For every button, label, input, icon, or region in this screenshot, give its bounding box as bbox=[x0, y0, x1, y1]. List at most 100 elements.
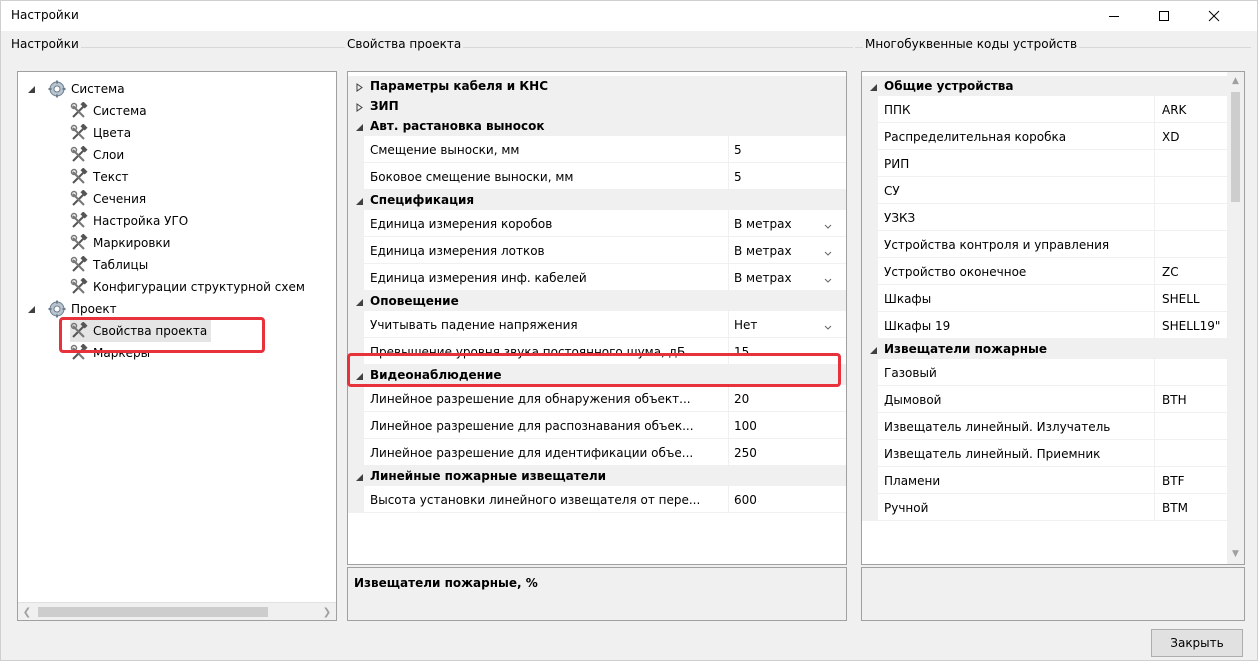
property-value[interactable]: В метрах bbox=[734, 244, 792, 258]
scrollbar-thumb[interactable] bbox=[38, 607, 268, 617]
collapse-arrow-icon[interactable] bbox=[869, 81, 878, 95]
category-row[interactable]: ЗИП bbox=[348, 96, 846, 116]
property-row[interactable]: Извещатель линейный. Излучатель bbox=[862, 413, 1228, 440]
gear-icon bbox=[48, 80, 66, 98]
chevron-down-icon[interactable] bbox=[824, 246, 832, 260]
property-row[interactable]: Шкафы SHELL bbox=[862, 285, 1228, 312]
property-row[interactable]: Единица измерения инф. кабелей В метрах bbox=[348, 264, 846, 291]
close-button[interactable]: Закрыть bbox=[1151, 629, 1243, 657]
property-label: Извещатель линейный. Излучатель bbox=[884, 420, 1111, 434]
property-value[interactable]: В метрах bbox=[734, 217, 792, 231]
tools-icon bbox=[70, 233, 88, 252]
tree-item[interactable]: Сечения bbox=[70, 188, 146, 210]
property-value[interactable]: Нет bbox=[734, 318, 757, 332]
window-title: Настройки bbox=[11, 8, 79, 22]
property-row[interactable]: Устройства контроля и управления bbox=[862, 231, 1228, 258]
property-row[interactable]: Дымовой BTH bbox=[862, 386, 1228, 413]
tree-item[interactable]: Слои bbox=[70, 144, 124, 166]
tree-item[interactable]: Текст bbox=[70, 166, 129, 188]
tree-horizontal-scrollbar[interactable]: ❮ ❯ bbox=[18, 602, 336, 620]
collapse-arrow-icon[interactable] bbox=[869, 344, 878, 358]
tree-item[interactable]: Цвета bbox=[70, 122, 131, 144]
property-row[interactable]: Ручной BTM bbox=[862, 494, 1228, 521]
expand-arrow-icon[interactable] bbox=[355, 101, 364, 115]
collapse-arrow-icon[interactable] bbox=[355, 121, 364, 135]
category-row[interactable]: Авт. растановка выносок bbox=[348, 116, 846, 136]
property-row[interactable]: Высота установки линейного извещателя от… bbox=[348, 486, 846, 513]
category-row[interactable]: Извещатели пожарные bbox=[862, 339, 1228, 359]
maximize-button[interactable] bbox=[1141, 1, 1187, 31]
device-codes-grid[interactable]: Общие устройства ППК ARK Распределительная … bbox=[861, 71, 1245, 565]
minimize-button[interactable] bbox=[1091, 1, 1137, 31]
property-value[interactable]: ZC bbox=[1162, 265, 1179, 279]
tree-item[interactable]: Конфигурации структурной схем bbox=[70, 276, 305, 298]
property-row[interactable]: СУ bbox=[862, 177, 1228, 204]
scroll-left-icon[interactable]: ❮ bbox=[20, 605, 34, 619]
category-row[interactable]: Спецификация bbox=[348, 190, 846, 210]
tree-item[interactable]: Система bbox=[70, 100, 147, 122]
property-value[interactable]: XD bbox=[1162, 130, 1179, 144]
property-row[interactable]: Распределительная коробка XD bbox=[862, 123, 1228, 150]
property-value[interactable]: 250 bbox=[734, 446, 757, 460]
property-row[interactable]: РИП bbox=[862, 150, 1228, 177]
collapse-arrow-icon[interactable] bbox=[355, 195, 364, 209]
property-row[interactable]: Газовый bbox=[862, 359, 1228, 386]
property-row[interactable]: Единица измерения лотков В метрах bbox=[348, 237, 846, 264]
property-row[interactable]: Единица измерения коробов В метрах bbox=[348, 210, 846, 237]
property-row[interactable]: Пламени BTF bbox=[862, 467, 1228, 494]
codes-vertical-scrollbar[interactable]: ▲ ▼ bbox=[1227, 72, 1244, 564]
property-row[interactable]: Боковое смещение выноски, мм 5 bbox=[348, 163, 846, 190]
scroll-down-icon[interactable]: ▼ bbox=[1230, 549, 1241, 560]
tree-item[interactable]: Настройка УГО bbox=[70, 210, 188, 232]
chevron-down-icon[interactable] bbox=[824, 320, 832, 334]
property-label: Единица измерения лотков bbox=[370, 244, 545, 258]
collapse-arrow-icon[interactable] bbox=[355, 296, 364, 310]
property-row[interactable]: Линейное разрешение для распознавания об… bbox=[348, 412, 846, 439]
property-value[interactable]: BTH bbox=[1162, 393, 1187, 407]
property-label: Линейное разрешение для распознавания об… bbox=[370, 419, 694, 433]
tree-item[interactable]: Таблицы bbox=[70, 254, 148, 276]
property-row[interactable]: Смещение выноски, мм 5 bbox=[348, 136, 846, 163]
chevron-down-icon[interactable] bbox=[824, 273, 832, 287]
property-value[interactable]: ARK bbox=[1162, 103, 1186, 117]
close-window-button[interactable] bbox=[1191, 1, 1237, 31]
property-value[interactable]: 600 bbox=[734, 493, 757, 507]
expand-arrow-icon[interactable] bbox=[355, 81, 364, 95]
property-row[interactable]: ППК ARK bbox=[862, 96, 1228, 123]
property-value[interactable]: SHELL bbox=[1162, 292, 1200, 306]
property-value[interactable]: 100 bbox=[734, 419, 757, 433]
scrollbar-thumb[interactable] bbox=[1231, 92, 1240, 202]
property-value[interactable]: 20 bbox=[734, 392, 749, 406]
category-row[interactable]: Линейные пожарные извещатели bbox=[348, 466, 846, 486]
property-row[interactable]: Линейное разрешение для обнаружения объе… bbox=[348, 385, 846, 412]
tree-item-label: Настройка УГО bbox=[93, 214, 189, 228]
tree-item[interactable]: Маркировки bbox=[70, 232, 170, 254]
property-value[interactable]: 5 bbox=[734, 170, 742, 184]
scroll-up-icon[interactable]: ▲ bbox=[1230, 76, 1241, 87]
property-value[interactable]: BTF bbox=[1162, 474, 1184, 488]
tools-icon bbox=[70, 145, 88, 164]
property-row[interactable]: Устройство оконечное ZC bbox=[862, 258, 1228, 285]
property-value[interactable]: 5 bbox=[734, 143, 742, 157]
category-row[interactable]: Параметры кабеля и КНС bbox=[348, 76, 846, 96]
property-value[interactable]: В метрах bbox=[734, 271, 792, 285]
property-label: Устройство оконечное bbox=[884, 265, 1027, 279]
property-row[interactable]: Шкафы 19 SHELL19" bbox=[862, 312, 1228, 339]
category-label: Спецификация bbox=[370, 193, 475, 207]
expand-arrow-icon[interactable] bbox=[26, 84, 36, 94]
property-row[interactable]: Линейное разрешение для идентификации об… bbox=[348, 439, 846, 466]
tools-icon bbox=[70, 277, 88, 296]
category-row[interactable]: Общие устройства bbox=[862, 76, 1228, 96]
property-row[interactable]: Извещатель линейный. Приемник bbox=[862, 440, 1228, 467]
property-row[interactable]: УЗКЗ bbox=[862, 204, 1228, 231]
chevron-down-icon[interactable] bbox=[824, 219, 832, 233]
property-value[interactable]: SHELL19" bbox=[1162, 319, 1220, 333]
scroll-right-icon[interactable]: ❯ bbox=[320, 605, 334, 619]
property-value[interactable]: BTM bbox=[1162, 501, 1188, 515]
tree-item[interactable]: Система bbox=[27, 78, 125, 100]
project-properties-grid[interactable]: Параметры кабеля и КНС ЗИП Авт. растановка… bbox=[347, 71, 847, 565]
collapse-arrow-icon[interactable] bbox=[355, 471, 364, 485]
expand-arrow-icon[interactable] bbox=[26, 304, 36, 314]
property-row[interactable]: Учитывать падение напряжения Нет bbox=[348, 311, 846, 338]
category-row[interactable]: Оповещение bbox=[348, 291, 846, 311]
